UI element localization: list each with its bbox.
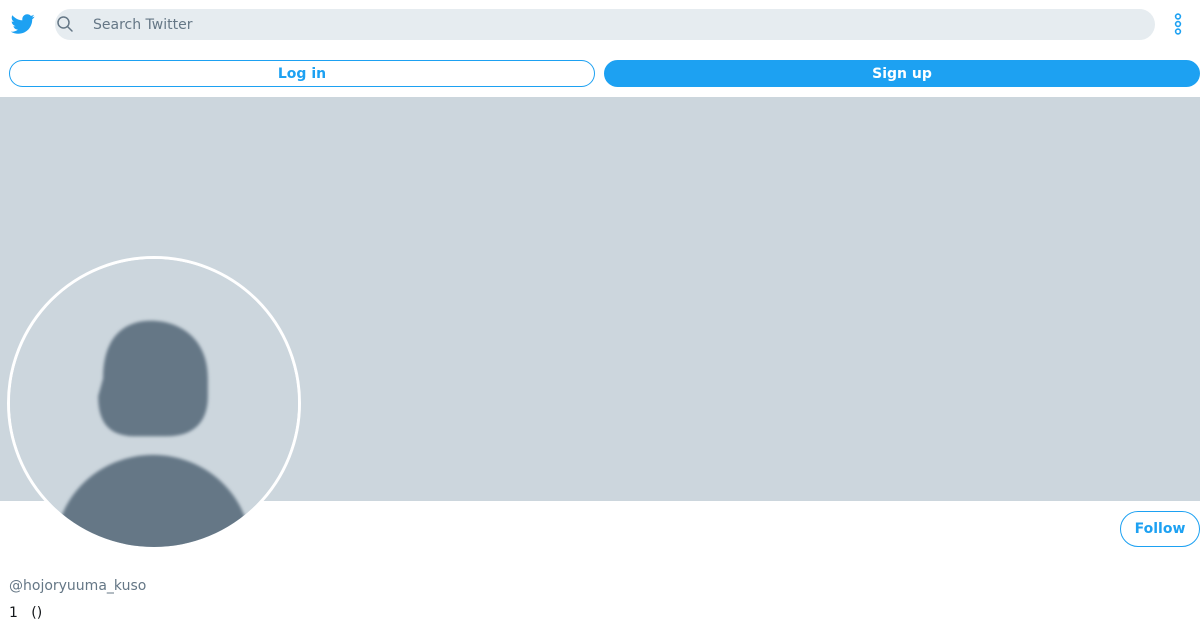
twitter-bird-icon[interactable] xyxy=(11,12,35,36)
profile-avatar[interactable] xyxy=(7,256,301,550)
sign-up-button[interactable]: Sign up xyxy=(604,60,1200,87)
follow-button[interactable]: Follow xyxy=(1120,511,1200,547)
default-avatar-icon xyxy=(10,259,298,547)
log-in-button[interactable]: Log in xyxy=(9,60,595,87)
more-vertical-icon[interactable] xyxy=(1168,12,1188,36)
search-icon xyxy=(57,16,73,32)
profile-handle: @hojoryuuma_kuso xyxy=(9,578,147,594)
search-bar[interactable] xyxy=(55,9,1155,40)
search-input[interactable] xyxy=(93,9,1133,40)
top-navigation-bar xyxy=(0,0,1200,48)
profile-bio: 1 () xyxy=(9,605,43,621)
